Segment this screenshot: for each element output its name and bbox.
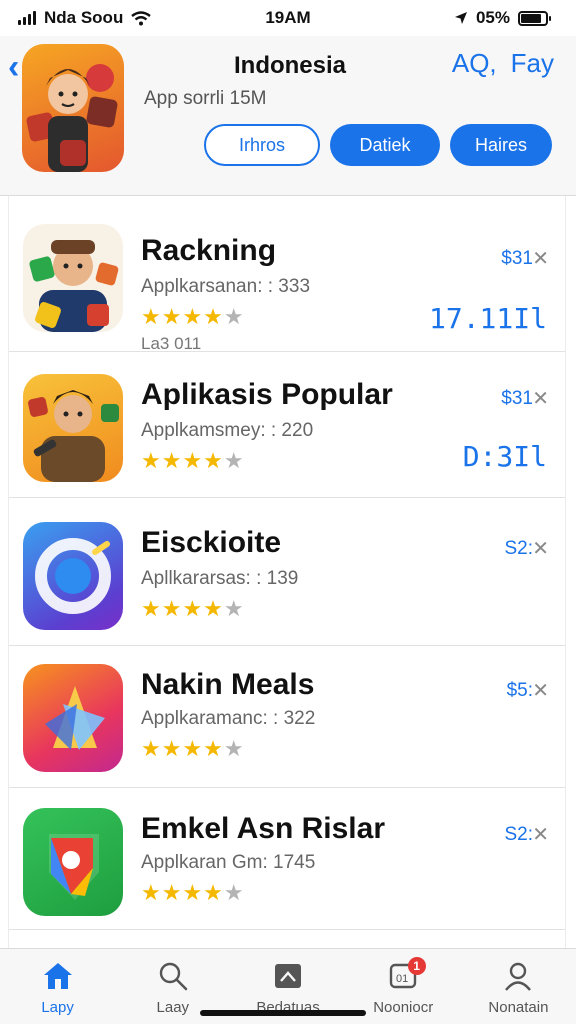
home-icon [41,959,75,993]
stars-filled: ★★★★ [141,596,224,621]
list-item[interactable]: Eisckioite Apllkararsas: : 139 ★★★★★ S2:… [9,504,565,646]
notification-badge: 1 [407,957,426,975]
grid-icon [271,959,305,993]
list-item[interactable]: Nakin Meals Applkaramanc: : 322 ★★★★★ $5… [9,646,565,788]
back-chevron-icon[interactable]: ‹ [8,50,34,84]
home-indicator [200,1010,366,1016]
app-extra: La3 011 [141,334,202,353]
app-code: D:3Il [462,440,547,473]
filter-button-datiek[interactable]: Datiek [330,124,440,166]
stars-filled: ★★★★ [141,736,224,761]
battery-percent: 05% [475,8,510,27]
list-item[interactable]: Aplikasis Popular Applkamsmey: : 220 ★★★… [9,356,565,498]
app-price[interactable]: S2: [504,538,533,560]
wifi-icon [131,10,152,25]
stars-empty: ★ [223,304,245,329]
app-icon [23,224,123,332]
app-price[interactable]: $31 [501,248,533,270]
tab-label: Nonatain [488,999,549,1016]
list-item[interactable]: Emkel Asn Rislar Applkaran Gm: 1745 ★★★★… [9,788,565,930]
app-name: Nakin Meals [141,668,315,701]
close-icon[interactable]: ✕ [532,386,549,411]
app-meta: Applkaran Gm: 1745 [141,852,316,873]
app-icon [23,374,123,482]
app-name: Emkel Asn Rislar [141,812,385,845]
filter-button-label: Datiek [359,134,411,155]
stars-empty: ★ [223,736,245,761]
stars-filled: ★★★★ [141,448,224,473]
app-list: Rackning Applkarsanan: : 333 ★★★★★ La3 0… [8,196,566,948]
star-rating: ★★★★★ [141,448,245,474]
app-code: 17.11Il [428,302,547,335]
tab-label: Nooniocr [373,999,434,1016]
header-actions: AQ, Fay [452,48,554,79]
search-icon [156,959,190,993]
star-rating: ★★★★★ [141,304,245,330]
carrier-label: Nda Soou [44,8,124,27]
star-rating: ★★★★★ [141,596,245,622]
tab-label: Laay [156,999,190,1016]
tab-nonatain[interactable]: Nonatain [461,949,576,1024]
header-action-fay[interactable]: Fay [511,48,554,79]
app-meta: Applkamsmey: : 220 [141,420,314,441]
store-header: ‹ Indonesia App sorrli 15M AQ, Fay Irhro… [0,36,576,196]
character-illustration [26,64,118,172]
list-item[interactable]: Rackning Applkarsanan: : 333 ★★★★★ La3 0… [9,210,565,353]
stars-empty: ★ [223,880,245,905]
signal-icon [18,11,36,25]
tab-lapy[interactable]: Lapy [0,949,115,1024]
page-title: Indonesia [233,52,347,79]
tab-label: Lapy [41,999,74,1016]
location-icon [454,12,467,24]
app-icon [23,664,123,772]
close-icon[interactable]: ✕ [532,246,549,271]
app-meta: Apllkararsas: : 139 [141,568,299,589]
person-icon [501,959,535,993]
app-price[interactable]: $5: [507,680,533,702]
close-icon[interactable]: ✕ [532,822,549,847]
filter-button-label: Irhros [238,134,285,155]
filter-button-haires[interactable]: Haires [450,124,552,166]
app-price[interactable]: $31 [501,388,533,410]
stars-empty: ★ [223,596,245,621]
filter-button-irhros[interactable]: Irhros [204,124,320,166]
stars-empty: ★ [223,448,245,473]
header-action-aq[interactable]: AQ, [452,48,497,79]
status-bar: Nda Soou 19AM 05% [0,0,576,36]
filter-buttons: Irhros Datiek Haires [204,124,552,166]
app-meta: Applkarsanan: : 333 [141,276,311,297]
status-left: Nda Soou [18,8,152,28]
stars-filled: ★★★★ [141,304,224,329]
app-meta: Applkaramanc: : 322 [141,708,316,729]
app-name: Rackning [141,234,277,267]
filter-button-label: Haires [474,134,527,155]
app-name: Eisckioite [141,526,282,559]
close-icon[interactable]: ✕ [532,678,549,703]
status-right: 05% [454,8,551,28]
battery-fill [521,13,542,23]
star-rating: ★★★★★ [141,880,245,906]
page-subtitle: App sorrli 15M [144,88,267,109]
star-rating: ★★★★★ [141,736,245,762]
app-icon [23,522,123,630]
featured-app-icon [22,44,124,172]
app-name: Aplikasis Popular [141,378,393,411]
stars-filled: ★★★★ [141,880,224,905]
app-price[interactable]: S2: [504,824,533,846]
app-icon [23,808,123,916]
close-icon[interactable]: ✕ [532,536,549,561]
battery-icon [518,10,551,26]
svg-text:01: 01 [396,973,408,985]
